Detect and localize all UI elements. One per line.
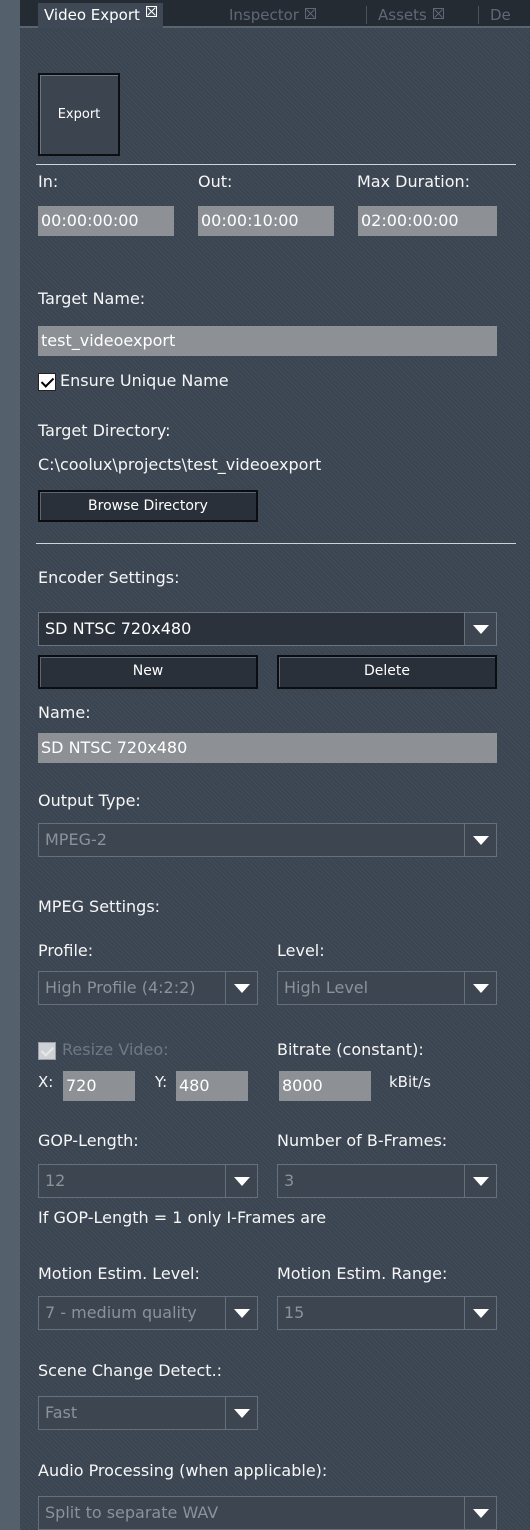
b-frames-label: Number of B-Frames: xyxy=(277,1131,448,1150)
max-duration-field[interactable]: 02:00:00:00 xyxy=(358,206,497,236)
resize-video-checkbox[interactable] xyxy=(38,1042,56,1060)
profile-dropdown[interactable]: High Profile (4:2:2) xyxy=(38,971,258,1005)
x-field[interactable]: 720 xyxy=(63,1071,135,1101)
panel-left-edge xyxy=(0,0,20,1530)
tab-assets[interactable]: Assetsx xyxy=(372,5,450,26)
chevron-down-icon[interactable] xyxy=(464,1297,496,1329)
target-directory-path: C:\coolux\projects\test_videoexport xyxy=(38,455,322,474)
mpeg-settings-label: MPEG Settings: xyxy=(38,897,161,916)
encoder-preset-dropdown[interactable]: SD NTSC 720x480 xyxy=(38,612,497,646)
audio-processing-label: Audio Processing (when applicable): xyxy=(38,1461,328,1480)
close-icon[interactable]: x xyxy=(145,6,157,17)
ensure-unique-label: Ensure Unique Name xyxy=(60,371,229,390)
tab-divider xyxy=(478,6,479,24)
dropdown-value: High Profile (4:2:2) xyxy=(45,978,196,997)
dropdown-value: SD NTSC 720x480 xyxy=(45,619,192,638)
ensure-unique-checkbox[interactable] xyxy=(38,373,56,391)
motion-range-dropdown[interactable]: 15 xyxy=(277,1296,497,1330)
chevron-down-icon[interactable] xyxy=(225,972,257,1004)
chevron-down-icon[interactable] xyxy=(464,824,496,856)
dropdown-value: High Level xyxy=(284,978,369,997)
dropdown-value: 7 - medium quality xyxy=(45,1303,197,1322)
motion-level-label: Motion Estim. Level: xyxy=(38,1264,200,1283)
chevron-down-icon[interactable] xyxy=(464,613,496,645)
scene-change-label: Scene Change Detect.: xyxy=(38,1361,223,1380)
dropdown-value: 3 xyxy=(284,1171,295,1190)
bitrate-unit: kBit/s xyxy=(389,1073,431,1091)
close-icon[interactable]: x xyxy=(304,8,316,19)
chevron-down-icon[interactable] xyxy=(464,1497,496,1529)
target-name-label: Target Name: xyxy=(38,289,146,308)
motion-range-label: Motion Estim. Range: xyxy=(277,1264,448,1283)
name-field[interactable]: SD NTSC 720x480 xyxy=(38,733,497,763)
tab-bar: Video Exportx Inspectorx Assetsx De xyxy=(20,0,530,28)
chevron-down-icon[interactable] xyxy=(225,1165,257,1197)
motion-level-dropdown[interactable]: 7 - medium quality xyxy=(38,1296,258,1330)
y-label: Y: xyxy=(155,1073,168,1091)
chevron-down-icon[interactable] xyxy=(225,1297,257,1329)
x-label: X: xyxy=(38,1073,54,1091)
dropdown-value: 15 xyxy=(284,1303,305,1322)
gop-note: If GOP-Length = 1 only I-Frames are xyxy=(38,1208,327,1227)
browse-directory-button[interactable]: Browse Directory xyxy=(38,490,258,522)
tab-label: Assets xyxy=(378,6,427,24)
tab-de[interactable]: De xyxy=(484,5,517,26)
new-preset-button[interactable]: New xyxy=(38,655,258,689)
max-duration-label: Max Duration: xyxy=(357,172,471,191)
chevron-down-icon[interactable] xyxy=(464,972,496,1004)
gop-length-dropdown[interactable]: 12 xyxy=(38,1164,258,1198)
tab-label: De xyxy=(490,6,511,24)
out-field[interactable]: 00:00:10:00 xyxy=(198,206,334,236)
tab-label: Inspector xyxy=(229,6,299,24)
scene-change-dropdown[interactable]: Fast xyxy=(38,1396,258,1430)
encoder-settings-label: Encoder Settings: xyxy=(38,568,180,587)
target-name-field[interactable]: test_videoexport xyxy=(38,326,497,356)
dropdown-value: Split to separate WAV xyxy=(45,1503,219,1522)
chevron-down-icon[interactable] xyxy=(464,1165,496,1197)
divider xyxy=(36,543,516,544)
delete-preset-button[interactable]: Delete xyxy=(277,655,497,689)
audio-processing-dropdown[interactable]: Split to separate WAV xyxy=(38,1496,497,1530)
bitrate-field[interactable]: 8000 xyxy=(279,1071,371,1101)
tab-video-export[interactable]: Video Export x xyxy=(38,3,163,28)
level-dropdown[interactable]: High Level xyxy=(277,971,497,1005)
dropdown-value: MPEG-2 xyxy=(45,830,107,849)
target-directory-label: Target Directory: xyxy=(38,421,171,440)
bitrate-label: Bitrate (constant): xyxy=(277,1040,424,1059)
close-icon[interactable]: x xyxy=(432,8,444,19)
in-label: In: xyxy=(38,172,59,191)
out-label: Out: xyxy=(198,172,233,191)
level-label: Level: xyxy=(277,941,325,960)
resize-video-label: Resize Video: xyxy=(62,1040,169,1059)
tab-divider xyxy=(366,6,367,24)
divider xyxy=(36,164,516,165)
name-label: Name: xyxy=(38,703,91,722)
b-frames-dropdown[interactable]: 3 xyxy=(277,1164,497,1198)
in-field[interactable]: 00:00:00:00 xyxy=(38,206,174,236)
chevron-down-icon[interactable] xyxy=(225,1397,257,1429)
output-type-dropdown[interactable]: MPEG-2 xyxy=(38,823,497,857)
gop-length-label: GOP-Length: xyxy=(38,1131,139,1150)
y-field[interactable]: 480 xyxy=(176,1071,248,1101)
tab-label: Video Export xyxy=(44,6,140,24)
output-type-label: Output Type: xyxy=(38,791,141,810)
dropdown-value: 12 xyxy=(45,1171,66,1190)
dropdown-value: Fast xyxy=(45,1403,78,1422)
profile-label: Profile: xyxy=(38,941,94,960)
export-button[interactable]: Export xyxy=(38,73,120,156)
tab-inspector[interactable]: Inspector x xyxy=(223,5,322,26)
